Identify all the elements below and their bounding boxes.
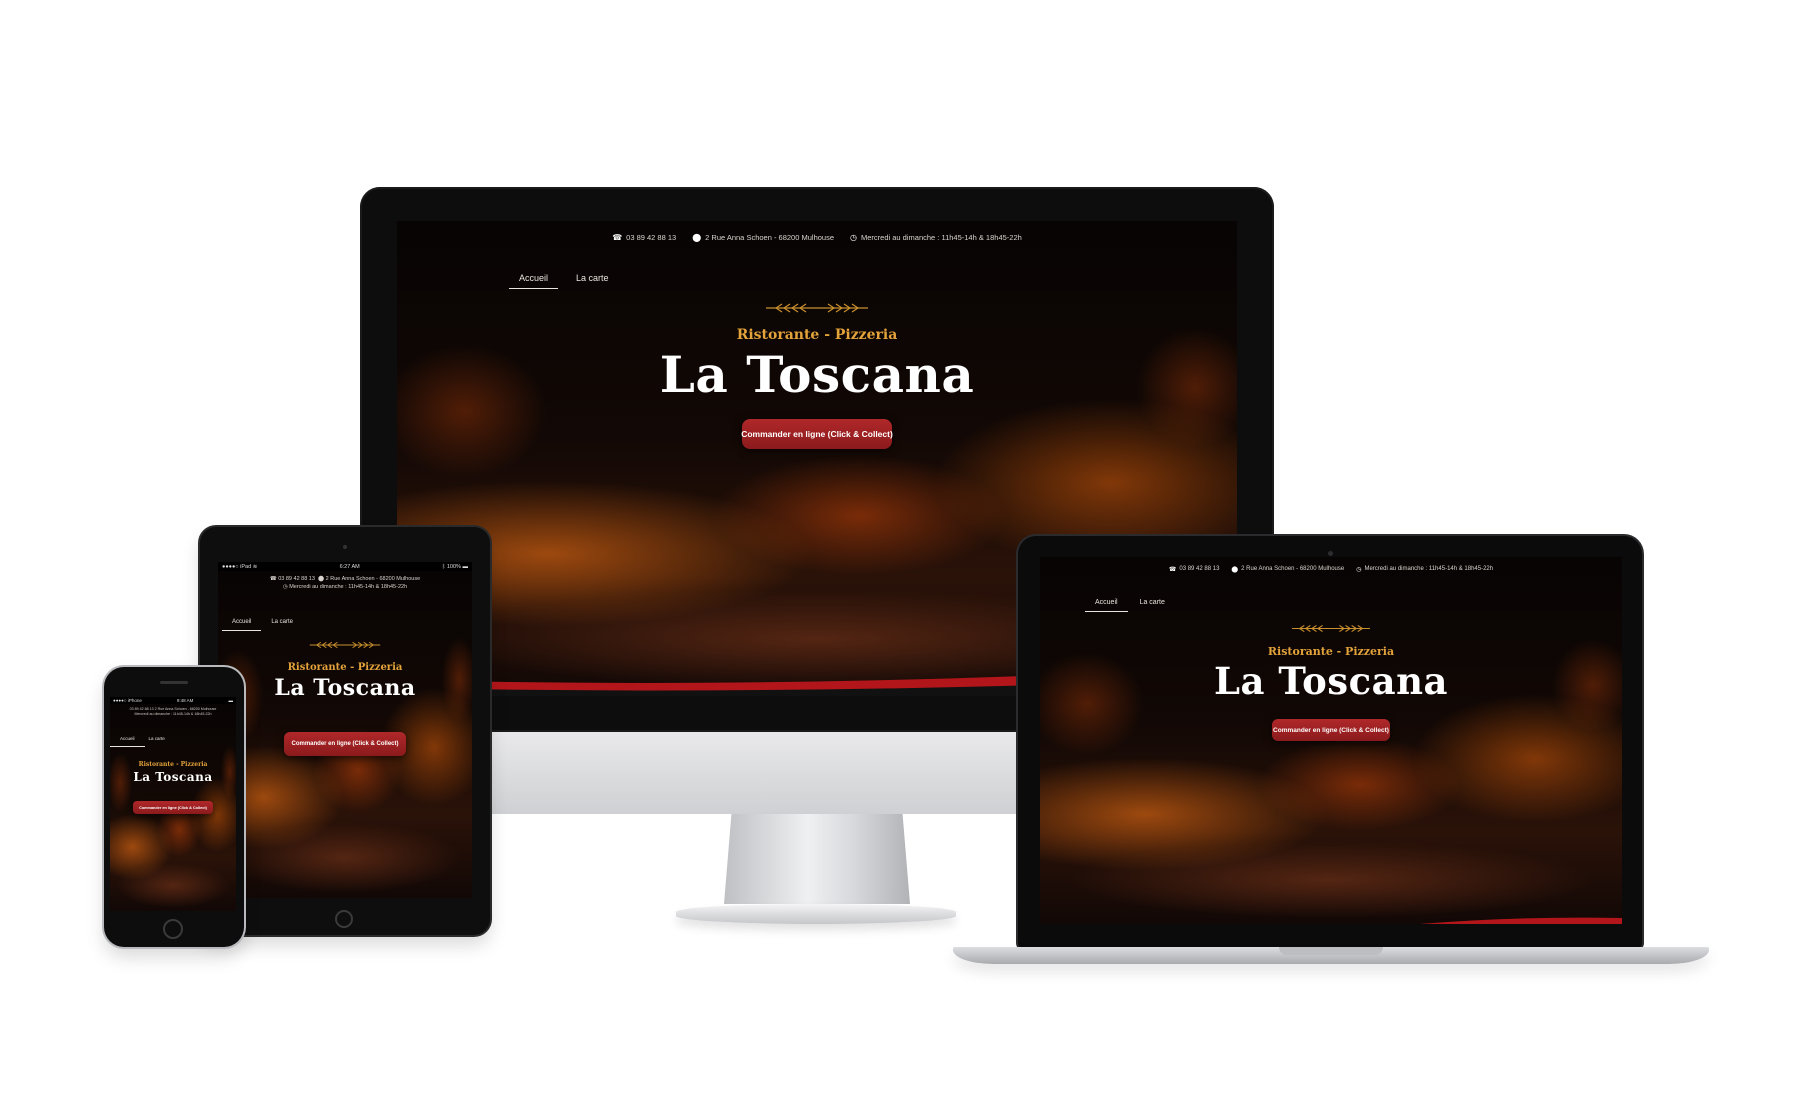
tablet-screen: ●●●●○ iPad ≋ 6:27 AM ᛒ 100% ▬ ☎ 03 89 42… [218,562,472,898]
signal-dots-icon: ●●●●○ [113,698,128,703]
address-text: 2 Rue Anna Schoen - 68200 Mulhouse [154,707,217,711]
address-text: 2 Rue Anna Schoen - 68200 Mulhouse [325,576,421,582]
main-nav: Accueil La carte [508,273,609,289]
phone-number[interactable]: 03 89 42 88 13 [130,707,154,711]
phone-speaker [160,681,188,684]
nav-tab-accueil[interactable]: Accueil [508,273,559,289]
nav-tab-accueil[interactable]: Accueil [110,736,144,747]
info-phone: ☎ 03 89 42 88 13 [1169,566,1220,573]
order-online-button[interactable]: Commander en ligne (Click & Collect) [133,801,213,814]
phone-time: 9:48 AM [176,698,194,703]
nav-tab-la-carte[interactable]: La carte [149,736,165,741]
nav-tab-la-carte[interactable]: La carte [271,619,293,625]
info-hours: ◷ Mercredi au dimanche : 11h45-14h & 18h… [850,233,1022,242]
info-bar: ☎ 03 89 42 88 13 ⬤ 2 Rue Anna Schoen - 6… [397,227,1237,247]
info-bar: ☎ 03 89 42 88 13 ⬤ 2 Rue Anna Schoen - 6… [1040,561,1622,577]
order-online-button[interactable]: Commander en ligne (Click & Collect) [1272,719,1390,741]
laurel-ornament-icon [309,641,381,649]
tablet-status-bar: ●●●●○ iPad ≋ 6:27 AM ᛒ 100% ▬ [218,562,472,571]
clock-icon: ◷ [850,232,857,242]
phone-home-button[interactable] [163,919,183,939]
phone-number[interactable]: 03 89 42 88 13 [1179,566,1219,572]
nav-tab-accueil[interactable]: Accueil [1085,599,1127,612]
laptop-screen: ☎ 03 89 42 88 13 ⬤ 2 Rue Anna Schoen - 6… [1040,557,1622,924]
hero-title: La Toscana [659,345,975,404]
hero-subtitle: Ristorante - Pizzeria [138,761,208,768]
hero-title: La Toscana [274,675,416,701]
tablet-camera [343,545,347,549]
address-text: 2 Rue Anna Schoen - 68200 Mulhouse [1241,566,1345,572]
info-hours: ◷ Mercredi au dimanche : 11h45-14h & 18h… [1356,566,1493,573]
battery-icon: ▬ [462,563,468,570]
tablet-battery: ᛒ 100% ▬ [442,563,468,570]
imac-stand-foot [676,904,956,924]
signal-dots-icon: ●●●●○ [222,563,241,570]
main-nav: Accueil La carte [221,619,293,631]
tablet-home-button[interactable] [335,910,353,928]
hero-title: La Toscana [133,770,213,784]
imac-stand-neck [724,814,910,904]
tablet-time: 6:27 AM [339,563,360,570]
info-address: ⬤ 2 Rue Anna Schoen - 68200 Mulhouse [1231,566,1344,573]
laptop-hinge-notch [1279,947,1383,955]
laurel-ornament-icon [766,303,868,313]
hours-text: Mercredi au dimanche : 11h45-14h & 18h45… [1364,566,1494,572]
wifi-icon: ≋ [252,563,258,570]
laurel-ornament-icon [1292,625,1370,632]
address-text: 2 Rue Anna Schoen - 68200 Mulhouse [705,232,835,242]
hours-text: Mercredi au dimanche : 11h45-14h & 18h45… [289,584,408,590]
order-online-button[interactable]: Commander en ligne (Click & Collect) [741,419,893,449]
info-bar: ☎ 03 89 42 88 13 ⬤ 2 Rue Anna Schoen - 6… [218,575,472,591]
location-pin-icon: ⬤ [692,232,702,242]
info-address: ⬤ 2 Rue Anna Schoen - 68200 Mulhouse [692,233,834,242]
phone-icon: ☎ [1168,566,1177,573]
hours-text: Mercredi au dimanche : 11h45-14h & 18h45… [134,712,212,716]
main-nav: Accueil La carte [110,736,165,747]
order-online-button[interactable]: Commander en ligne (Click & Collect) [284,732,406,756]
phone-icon: ☎ [269,576,279,582]
phone-status-bar: ●●●●○ iPhone 9:48 AM ▬ [110,697,236,704]
red-wave-divider [1420,917,1622,924]
location-pin-icon: ⬤ [1231,566,1239,573]
phone-number[interactable]: 03 89 42 88 13 [278,576,315,582]
hero-subtitle: Ristorante - Pizzeria [1267,645,1395,658]
phone-icon: ☎ [612,232,623,242]
phone-screen: ●●●●○ iPhone 9:48 AM ▬ 03 89 42 88 13 2 … [110,697,236,911]
phone-carrier: ●●●●○ iPhone [113,698,142,703]
hero-title: La Toscana [1213,659,1449,703]
info-bar: 03 89 42 88 13 2 Rue Anna Schoen - 68200… [110,707,236,717]
battery-icon: ▬ [228,698,234,703]
nav-tab-la-carte[interactable]: La carte [576,273,609,283]
laptop-camera [1328,551,1333,556]
hero-subtitle: Ristorante - Pizzeria [287,662,403,673]
tablet-carrier: ●●●●○ iPad ≋ [222,563,258,570]
info-phone: ☎ 03 89 42 88 13 [612,233,676,242]
hero-subtitle: Ristorante - Pizzeria [736,327,898,343]
nav-tab-la-carte[interactable]: La carte [1140,599,1165,606]
location-pin-icon: ⬤ [316,576,326,582]
phone-number[interactable]: 03 89 42 88 13 [626,233,676,242]
main-nav: Accueil La carte [1085,599,1165,612]
hours-text: Mercredi au dimanche : 11h45-14h & 18h45… [861,232,1022,242]
nav-tab-accueil[interactable]: Accueil [221,619,262,631]
clock-icon: ◷ [1356,566,1362,573]
